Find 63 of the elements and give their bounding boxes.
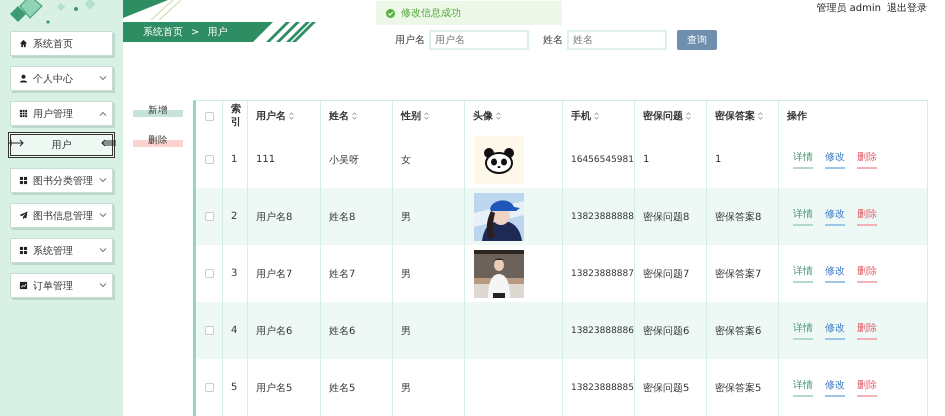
field-label: 姓名 — [543, 34, 563, 47]
table-cell: 男 — [393, 188, 465, 245]
table-cell: 用户名5 — [248, 359, 321, 416]
table-cell: 密保答案8 — [707, 188, 779, 245]
table-cell: 姓名8 — [321, 188, 393, 245]
menu-item[interactable]: 个人中心 — [10, 66, 113, 91]
menu-item[interactable]: 订单管理 — [10, 273, 113, 298]
table-cell: 男 — [393, 359, 465, 416]
column-header[interactable]: 头像 — [473, 109, 493, 123]
table-cell: 13823888888 — [563, 188, 635, 245]
toast-message: 修改信息成功 — [401, 6, 461, 20]
column-header[interactable]: 用户名 — [256, 109, 286, 123]
table-cell: 姓名5 — [321, 359, 393, 416]
table-cell: 密保问题6 — [635, 302, 707, 359]
edit-link[interactable]: 修改 — [825, 264, 845, 283]
breadcrumb-link[interactable]: 用户 — [207, 25, 228, 39]
column-header[interactable]: 密保问题 — [643, 109, 683, 123]
delete-link[interactable]: 删除 — [857, 264, 877, 283]
edit-link[interactable]: 修改 — [825, 321, 845, 340]
table-cell: 密保答案6 — [707, 302, 779, 359]
column-header[interactable]: 手机 — [571, 109, 591, 123]
column-header[interactable]: 姓名 — [329, 109, 349, 123]
table-cell: 密保问题5 — [635, 359, 707, 416]
table-cell: 密保答案5 — [707, 359, 779, 416]
table-cell: 姓名6 — [321, 302, 393, 359]
add-button[interactable]: 新增 — [133, 104, 183, 117]
table-cell: 用户名6 — [248, 302, 321, 359]
table-cell: 13823888886 — [563, 302, 635, 359]
delete-link[interactable]: 删除 — [857, 378, 877, 397]
delete-link[interactable]: 删除 — [857, 150, 877, 169]
menu-item[interactable]: 系统管理 — [10, 238, 113, 263]
details-link[interactable]: 详情 — [793, 150, 813, 169]
table-cell: 用户名8 — [248, 188, 321, 245]
table-cell: 密保问题8 — [635, 188, 707, 245]
table-cell: 2 — [223, 188, 248, 245]
edit-link[interactable]: 修改 — [825, 207, 845, 226]
search-field[interactable]: 用户名 — [429, 30, 529, 50]
table-cell: 男 — [393, 302, 465, 359]
edit-link[interactable]: 修改 — [825, 378, 845, 397]
account-name: 管理员 admin — [816, 2, 881, 15]
column-header: 操作 — [787, 110, 807, 123]
delete-button[interactable]: 删除 — [133, 134, 183, 147]
field-label: 用户名 — [395, 34, 425, 47]
column-header[interactable]: 性别 — [401, 109, 421, 123]
details-link[interactable]: 详情 — [793, 264, 813, 283]
menu-item[interactable]: 图书分类管理 — [10, 168, 113, 193]
details-link[interactable]: 详情 — [793, 207, 813, 226]
menu-item[interactable]: 系统首页 — [10, 31, 113, 56]
logout-link[interactable]: 退出登录 — [887, 1, 927, 15]
details-link[interactable]: 详情 — [793, 321, 813, 340]
column-header: 索引 — [231, 103, 241, 129]
edit-link[interactable]: 修改 — [825, 150, 845, 169]
table-cell: 13823888885 — [563, 359, 635, 416]
menu-item[interactable]: 图书信息管理 — [10, 203, 113, 228]
submenu-item[interactable]: 用户 — [8, 132, 115, 158]
breadcrumb-separator: > — [191, 26, 200, 38]
table-cell: 4 — [223, 302, 248, 359]
breadcrumb-link[interactable]: 系统首页 — [143, 25, 183, 39]
column-header[interactable]: 密保答案 — [715, 109, 755, 123]
table-cell: 5 — [223, 359, 248, 416]
menu-item[interactable]: 用户管理 — [10, 101, 113, 126]
search-field[interactable]: 姓名 — [567, 30, 667, 50]
details-link[interactable]: 详情 — [793, 378, 813, 397]
